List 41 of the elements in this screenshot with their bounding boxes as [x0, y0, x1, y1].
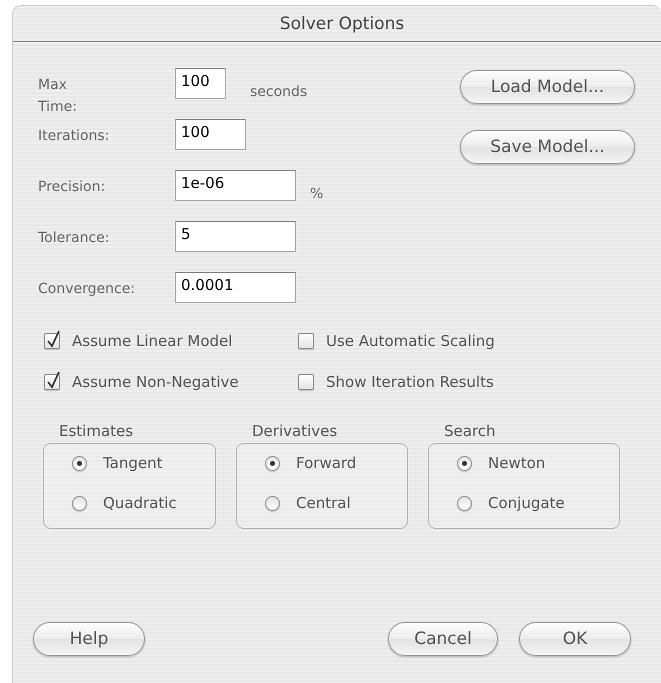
unit-label: %: [310, 186, 324, 202]
checkbox-label[interactable]: Assume Linear Model: [72, 332, 232, 350]
checkbox[interactable]: [44, 374, 60, 390]
ok-button[interactable]: OK: [519, 622, 631, 656]
model-button[interactable]: Load Model...: [460, 70, 635, 104]
group-title: Search: [443, 422, 496, 440]
input-field[interactable]: 100: [175, 68, 226, 99]
radio-button[interactable]: [72, 456, 87, 470]
checkbox-label[interactable]: Assume Non-Negative: [72, 373, 239, 391]
input-field[interactable]: 0.0001: [175, 272, 296, 303]
checkbox-label[interactable]: Show Iteration Results: [326, 373, 494, 391]
input-field[interactable]: 1e-06: [175, 170, 296, 201]
field-label: Precision:: [38, 179, 106, 195]
checkbox-label[interactable]: Use Automatic Scaling: [326, 332, 495, 350]
field-label: Tolerance:: [38, 230, 110, 246]
radio-button[interactable]: [457, 456, 472, 470]
radio-label[interactable]: Central: [296, 494, 351, 512]
unit-label: seconds: [250, 84, 308, 100]
radio-label[interactable]: Conjugate: [488, 494, 565, 512]
group-title: Estimates: [58, 422, 134, 440]
group-title: Derivatives: [251, 422, 338, 440]
checkbox[interactable]: [44, 333, 60, 349]
radio-button[interactable]: [457, 496, 472, 510]
radio-button[interactable]: [72, 496, 87, 510]
field-label: Iterations:: [38, 128, 110, 144]
input-field[interactable]: 100: [175, 119, 246, 150]
model-button[interactable]: Save Model...: [460, 130, 635, 164]
radio-label[interactable]: Newton: [488, 454, 546, 472]
field-label: Convergence:: [38, 281, 136, 297]
help-button[interactable]: Help: [33, 622, 145, 656]
radio-label[interactable]: Quadratic: [103, 494, 177, 512]
radio-button[interactable]: [265, 496, 280, 510]
input-field[interactable]: 5: [175, 221, 296, 252]
radio-label[interactable]: Tangent: [103, 454, 163, 472]
cancel-button[interactable]: Cancel: [388, 622, 498, 656]
field-label: Max Time:: [38, 76, 78, 117]
checkbox[interactable]: [298, 333, 314, 349]
checkbox[interactable]: [298, 374, 314, 390]
radio-button[interactable]: [265, 456, 280, 470]
radio-label[interactable]: Forward: [296, 454, 356, 472]
window-title: Solver Options: [278, 14, 404, 34]
